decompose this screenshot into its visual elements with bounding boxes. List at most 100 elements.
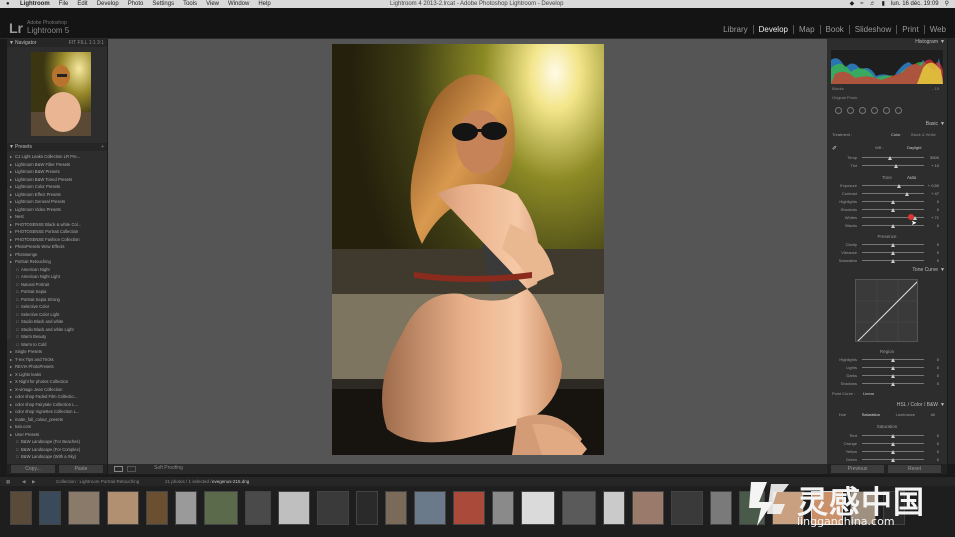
slider-knob[interactable] [891,373,895,378]
preset-item[interactable]: □ Portrait Sepia Strong [7,296,107,304]
preset-item[interactable]: ▸ X Lights leaks [7,371,107,379]
loupe-view-icon[interactable] [114,466,123,472]
filmstrip-thumbnail[interactable] [356,491,378,525]
slider-value[interactable]: 0 [925,372,939,379]
slider-track[interactable] [862,163,924,168]
slider-track[interactable] [862,250,924,255]
nav-forward-icon[interactable]: ▶ [32,477,35,486]
navigator-zoom[interactable]: FIT FILL 1:1 3:1 [69,39,104,47]
slider-knob[interactable] [891,433,895,438]
slider-track[interactable] [862,215,924,220]
slider-highlights[interactable]: Highlights 0 [827,356,947,363]
preset-item[interactable]: ▸ Lightroom General Presets [7,198,107,206]
tone-curve-graph[interactable] [855,279,918,342]
menu-help[interactable]: Help [258,0,270,8]
preset-item[interactable]: □ B&W Landscape (For Complex) [7,446,107,454]
preset-item[interactable]: □ Selective Color [7,303,107,311]
preset-item[interactable]: ▸ User Presets [7,431,107,439]
clock[interactable]: lun. 16 déc. 19:09 [891,0,939,8]
filmstrip-thumbnail[interactable] [68,491,100,525]
preset-item[interactable]: ▸ color shop Faded Film Collectio... [7,393,107,401]
slider-yellow[interactable]: Yellow 0 [827,448,947,455]
preset-item[interactable]: ▸ Lightroom B&W Filter Presets [7,161,107,169]
slider-vibrance[interactable]: Vibrance 0 [827,249,947,256]
slider-track[interactable] [862,191,924,196]
presets-header[interactable]: ▼ Presets + [7,143,107,151]
menu-photo[interactable]: Photo [128,0,144,8]
slider-contrast[interactable]: Contrast + 47 [827,190,947,197]
slider-value[interactable]: 0 [925,448,939,455]
basic-header[interactable]: Basic ▼ [827,121,947,128]
preset-item[interactable]: □ Portrait Sepia [7,288,107,296]
preset-item[interactable]: ▸ Lightroom Color Presets [7,183,107,191]
preset-item[interactable]: ▸ color shop Fairytale Collection L... [7,401,107,409]
menu-settings[interactable]: Settings [152,0,174,8]
preset-item[interactable]: ▸ Portrait Retouching [7,258,107,266]
slider-track[interactable] [862,357,924,362]
preset-item[interactable]: □ American Night [7,266,107,274]
preset-item[interactable]: □ Warm Beauty [7,333,107,341]
preset-item[interactable]: ▸ PHOTOSENSE Black & white Col... [7,221,107,229]
navigator-preview[interactable] [31,52,91,136]
filmstrip-thumbnail[interactable] [146,491,168,525]
radial-filter-icon[interactable] [883,107,890,114]
preset-item[interactable]: ▸ PHOTOSENSE Fashion Collection [7,236,107,244]
menu-view[interactable]: View [206,0,219,8]
slider-knob[interactable] [891,199,895,204]
slider-value[interactable]: + 10 [925,162,939,169]
wifi-icon[interactable]: ≈ [860,0,863,8]
preset-item[interactable]: □ Selective Color Light [7,311,107,319]
slider-knob[interactable] [891,250,895,255]
filmstrip-thumbnail[interactable] [278,491,310,525]
slider-track[interactable] [862,365,924,370]
add-preset-icon[interactable]: + [101,143,104,151]
white-balance-picker-icon[interactable]: ✐ [832,145,837,152]
apple-icon[interactable]: ● [6,0,10,8]
slider-knob[interactable] [891,441,895,446]
filmstrip-thumbnail[interactable] [562,491,596,525]
filmstrip-thumbnail[interactable] [632,491,664,525]
treatment-bw[interactable]: Black & White [911,132,936,137]
slider-green[interactable]: Green 0 [827,456,947,463]
hsl-header[interactable]: HSL / Color / B&W ▼ [827,402,947,409]
slider-track[interactable] [862,457,924,462]
slider-knob[interactable] [897,183,902,188]
histogram[interactable] [831,50,943,84]
slider-knob[interactable] [891,223,895,228]
filmstrip-thumbnail[interactable] [10,491,32,525]
slider-track[interactable] [862,183,924,188]
module-library[interactable]: Library [718,25,754,34]
hsl-tab-saturation[interactable]: Saturation [862,412,880,419]
main-photo[interactable] [332,44,604,455]
crop-tool-icon[interactable] [835,107,842,114]
histogram-header[interactable]: Histogram ▼ [827,39,947,46]
slider-value[interactable]: 0 [925,364,939,371]
slider-value[interactable]: 0 [925,257,939,264]
filmstrip-thumbnail[interactable] [175,491,197,525]
preset-item[interactable]: ▸ Nest [7,213,107,221]
filmstrip-thumbnail[interactable] [521,491,555,525]
hsl-tab-hue[interactable]: Hue [839,412,846,419]
preset-item[interactable]: ▸ REVIA PhotoPresets [7,363,107,371]
filmstrip-thumbnail[interactable] [414,491,446,525]
slider-knob[interactable] [891,242,895,247]
preset-item[interactable]: ▸ Single Presets [7,348,107,356]
module-book[interactable]: Book [821,25,850,34]
spotlight-icon[interactable]: ⚲ [945,0,949,8]
slider-value[interactable]: 0 [925,249,939,256]
preset-item[interactable]: □ B&W Landscape (For Beaches) [7,438,107,446]
preset-item[interactable]: ▸ color shop Vignettes Collection L... [7,408,107,416]
preset-item[interactable]: □ B&W Landscape (With a Sky) [7,453,107,461]
filmstrip-thumbnail[interactable] [492,491,514,525]
slider-shadows[interactable]: Shadows 0 [827,206,947,213]
filmstrip-thumbnail[interactable] [107,491,139,525]
preset-item[interactable]: □ Natural Portrait [7,281,107,289]
slider-track[interactable] [862,373,924,378]
slider-value[interactable]: 0 [925,241,939,248]
filmstrip-thumbnail[interactable] [710,491,732,525]
preset-item[interactable]: ▸ X-vintage Jean Collection [7,386,107,394]
preset-item[interactable]: □ Studio Black and white [7,318,107,326]
preset-item[interactable]: ▸ Lightroom B&W Presets [7,168,107,176]
preset-item[interactable]: ▸ tuto.com [7,423,107,431]
module-develop[interactable]: Develop [754,25,794,34]
